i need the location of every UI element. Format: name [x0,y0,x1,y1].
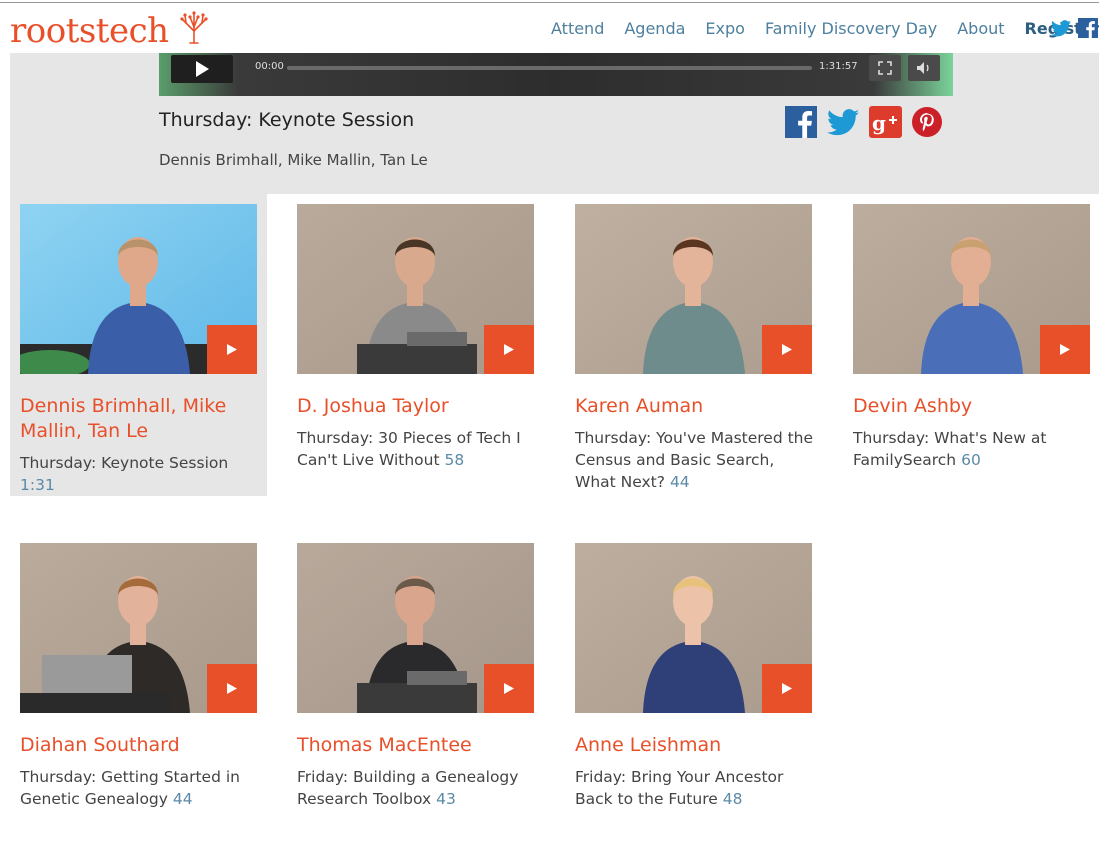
session-duration: 43 [436,790,456,808]
facebook-share-icon[interactable] [784,105,818,139]
session-duration: 58 [444,451,465,469]
thumbnail-play-button[interactable] [484,325,534,374]
speaker-name[interactable]: Karen Auman [575,394,815,419]
feature-panel: 00:00 1:31:57 Thursday: Keynote Session … [10,53,1099,194]
play-button[interactable] [171,55,233,83]
speaker-name[interactable]: Thomas MacEntee [297,733,537,758]
session-title: Thursday: You've Mastered the Census and… [575,427,815,493]
session-duration: 48 [722,790,743,808]
video-card[interactable]: Anne Leishman Friday: Bring Your Ancestor… [565,533,822,843]
twitter-icon[interactable] [1050,17,1072,39]
session-title-text: Thursday: 30 Pieces of Tech I Can't Live… [297,429,521,469]
session-title: Friday: Bring Your Ancestor Back to the … [575,766,815,810]
session-duration: 44 [669,473,690,491]
speaker-name[interactable]: Devin Ashby [853,394,1093,419]
session-duration: 44 [172,790,193,808]
fullscreen-icon [878,61,892,75]
thumbnail-play-button[interactable] [1040,325,1090,374]
session-title: Friday: Building a Genealogy Research To… [297,766,537,810]
thumbnail-play-button[interactable] [762,664,812,713]
play-icon [504,683,514,694]
play-icon [1060,344,1070,355]
volume-icon [917,62,929,74]
session-title-text: Thursday: Keynote Session [20,454,229,472]
twitter-share-icon[interactable] [826,105,860,139]
total-time: 1:31:57 [819,61,858,72]
site-header: rootstech Attend Agenda Expo Family Disc… [0,3,1099,53]
session-title: Thursday: Keynote Session 1:31 [20,452,260,496]
video-card[interactable]: Dennis Brimhall, Mike Mallin, Tan Le Thur… [10,194,267,496]
header-social [1050,17,1099,39]
session-title-text: Thursday: You've Mastered the Census and… [575,429,814,491]
thumbnail-play-button[interactable] [484,664,534,713]
video-player[interactable]: 00:00 1:31:57 [159,53,953,96]
video-thumbnail[interactable] [297,543,534,713]
video-thumbnail[interactable] [297,204,534,374]
share-buttons: g [784,105,944,139]
feature-speakers: Dennis Brimhall, Mike Mallin, Tan Le [159,151,428,169]
session-title-text: Thursday: Getting Started in Genetic Gen… [20,768,240,808]
video-card[interactable]: D. Joshua Taylor Thursday: 30 Pieces of T… [287,194,544,504]
session-duration: 1:31 [20,476,55,494]
session-title: Thursday: Getting Started in Genetic Gen… [20,766,260,810]
speaker-name[interactable]: Dennis Brimhall, Mike Mallin, Tan Le [20,394,260,444]
thumbnail-play-button[interactable] [762,325,812,374]
session-title: Thursday: 30 Pieces of Tech I Can't Live… [297,427,537,471]
nav-agenda[interactable]: Agenda [624,19,685,38]
session-duration: 60 [961,451,981,469]
progress-bar[interactable] [287,66,812,70]
facebook-icon[interactable] [1077,17,1099,39]
video-card[interactable]: Diahan Southard Thursday: Getting Started… [10,533,267,843]
thumbnail-play-button[interactable] [207,325,257,374]
play-icon [782,344,792,355]
video-card[interactable]: Thomas MacEntee Friday: Building a Geneal… [287,533,544,843]
main-nav: Attend Agenda Expo Family Discovery Day … [551,19,1099,38]
googleplus-share-icon[interactable]: g [868,105,902,139]
play-icon [196,61,209,77]
session-title-text: Friday: Bring Your Ancestor Back to the … [575,768,784,808]
video-thumbnail[interactable] [853,204,1090,374]
nav-about[interactable]: About [957,19,1004,38]
play-icon [227,344,237,355]
nav-expo[interactable]: Expo [705,19,745,38]
nav-family-discovery-day[interactable]: Family Discovery Day [765,19,937,38]
pinterest-share-icon[interactable] [910,105,944,139]
site-logo[interactable]: rootstech [10,11,169,51]
play-icon [782,683,792,694]
video-card[interactable]: Devin Ashby Thursday: What's New at Famil… [843,194,1099,504]
video-card[interactable]: Karen Auman Thursday: You've Mastered the… [565,194,822,504]
volume-button[interactable] [908,55,940,81]
play-icon [504,344,514,355]
video-thumbnail[interactable] [20,543,257,713]
svg-text:g: g [872,111,886,135]
speaker-name[interactable]: Anne Leishman [575,733,815,758]
thumbnail-play-button[interactable] [207,664,257,713]
session-title-text: Thursday: What's New at FamilySearch [853,429,1047,469]
video-thumbnail[interactable] [20,204,257,374]
current-time: 00:00 [255,61,284,72]
video-thumbnail[interactable] [575,543,812,713]
session-title-text: Friday: Building a Genealogy Research To… [297,768,519,808]
fullscreen-button[interactable] [869,55,901,81]
feature-title: Thursday: Keynote Session [159,109,415,131]
nav-attend[interactable]: Attend [551,19,604,38]
play-icon [227,683,237,694]
tree-logo-icon [180,11,208,44]
video-thumbnail[interactable] [575,204,812,374]
speaker-name[interactable]: Diahan Southard [20,733,260,758]
session-title: Thursday: What's New at FamilySearch 60 [853,427,1093,471]
speaker-name[interactable]: D. Joshua Taylor [297,394,537,419]
